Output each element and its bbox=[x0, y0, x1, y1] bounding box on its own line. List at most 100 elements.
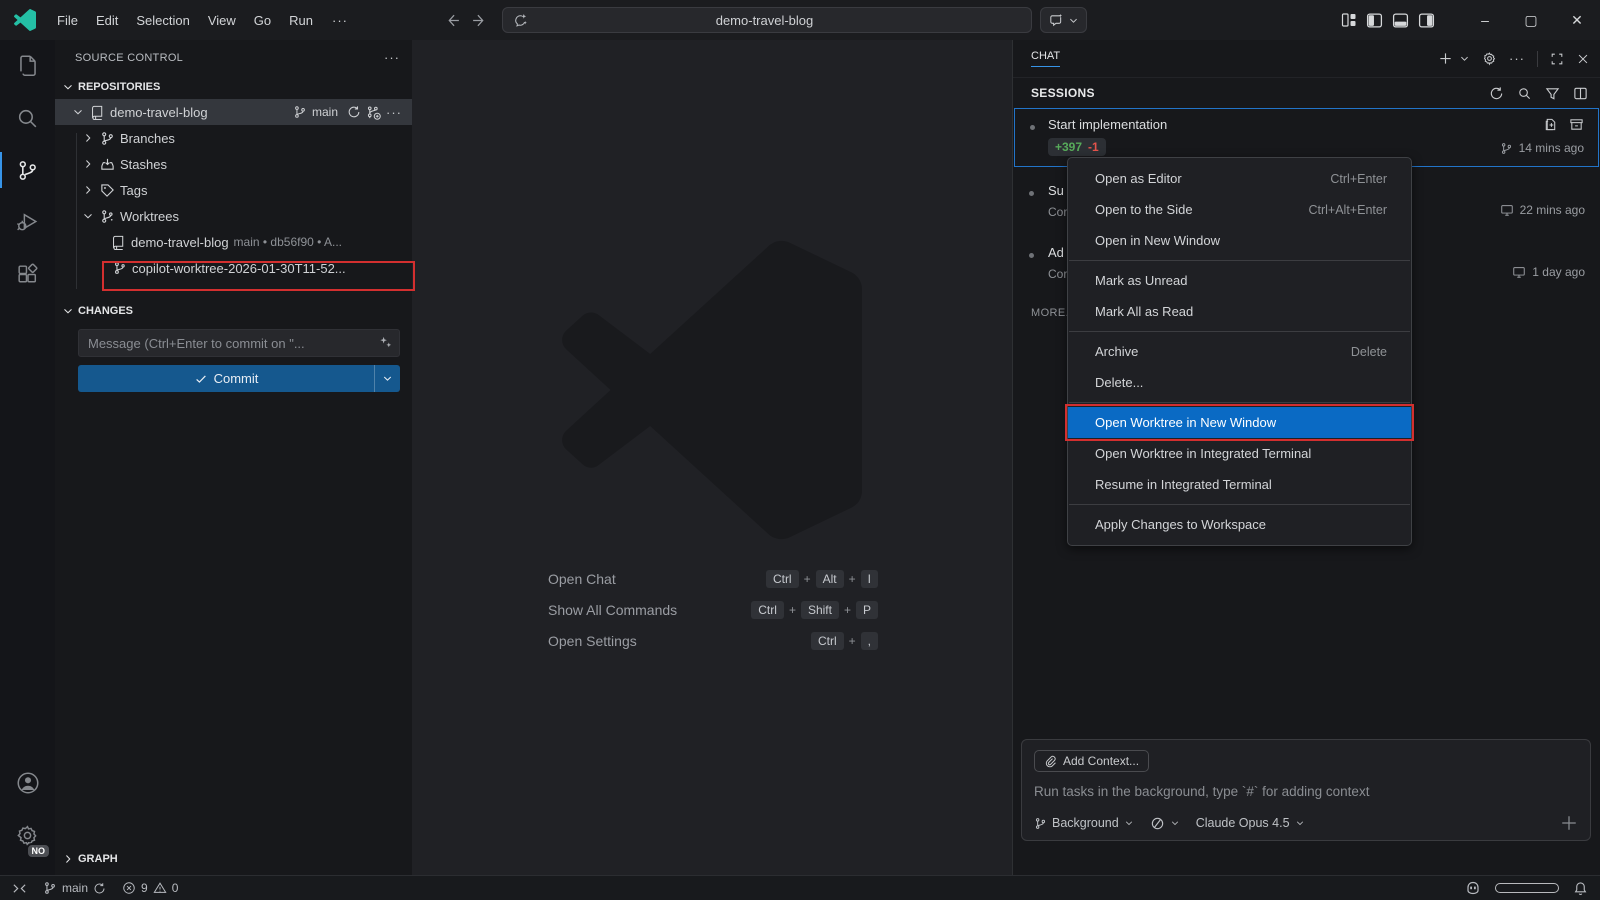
copilot-quota-bar[interactable] bbox=[1495, 883, 1559, 893]
menu-item-delete[interactable]: Delete... bbox=[1068, 367, 1411, 398]
copilot-status-icon[interactable] bbox=[1465, 880, 1481, 896]
repositories-section-header[interactable]: REPOSITORIES bbox=[55, 75, 412, 99]
sidebar-more-actions-button[interactable]: ··· bbox=[384, 50, 400, 65]
menu-overflow-button[interactable]: ··· bbox=[322, 13, 358, 28]
chat-input-box[interactable]: Add Context... Run tasks in the backgrou… bbox=[1021, 739, 1591, 841]
close-button[interactable]: ✕ bbox=[1554, 0, 1600, 40]
menu-item-resume-in-integrated-terminal[interactable]: Resume in Integrated Terminal bbox=[1068, 469, 1411, 500]
maximize-panel-icon[interactable] bbox=[1550, 52, 1564, 66]
source-control-icon[interactable] bbox=[0, 144, 55, 196]
tree-item-worktrees[interactable]: Worktrees bbox=[55, 203, 412, 229]
generate-commit-message-sparkle-icon[interactable] bbox=[378, 335, 393, 350]
graph-section-header[interactable]: GRAPH bbox=[55, 847, 412, 871]
repo-more-actions-button[interactable]: ··· bbox=[386, 105, 402, 120]
account-icon[interactable] bbox=[0, 757, 55, 809]
new-chat-dropdown-icon[interactable] bbox=[1459, 53, 1470, 64]
commit-dropdown-button[interactable] bbox=[374, 365, 400, 392]
customize-layout-icon[interactable] bbox=[1341, 12, 1357, 28]
refresh-icon[interactable] bbox=[1489, 86, 1504, 101]
menu-item-open-worktree-in-new-window[interactable]: Open Worktree in New Window bbox=[1068, 407, 1411, 438]
chevron-down-icon bbox=[1124, 818, 1134, 828]
worktree-item-copilot[interactable]: copilot-worktree-2026-01-30T11-52... bbox=[55, 255, 412, 281]
navigate-forward-icon[interactable] bbox=[471, 12, 488, 29]
tree-indent-guide bbox=[76, 133, 77, 289]
session-context-menu: Open as Editor Ctrl+Enter Open to the Si… bbox=[1067, 157, 1412, 546]
menu-edit[interactable]: Edit bbox=[87, 7, 127, 33]
commit-message-input[interactable] bbox=[78, 329, 400, 357]
explorer-icon[interactable] bbox=[0, 40, 55, 92]
menu-file[interactable]: File bbox=[48, 7, 87, 33]
repo-name: demo-travel-blog bbox=[110, 105, 208, 120]
shortcut-show-all-commands: Show All Commands Ctrl + Shift + P bbox=[548, 599, 878, 620]
toggle-primary-sidebar-icon[interactable] bbox=[1366, 12, 1383, 29]
menu-selection[interactable]: Selection bbox=[127, 7, 198, 33]
create-worktree-icon[interactable] bbox=[366, 105, 381, 120]
session-timestamp: 1 day ago bbox=[1532, 265, 1585, 279]
tab-chat[interactable]: CHAT bbox=[1031, 50, 1060, 67]
remote-indicator[interactable] bbox=[12, 881, 27, 896]
split-view-icon[interactable] bbox=[1573, 86, 1588, 101]
notifications-bell-icon[interactable] bbox=[1573, 881, 1588, 896]
vscode-window: File Edit Selection View Go Run ··· demo… bbox=[0, 0, 1600, 900]
search-sessions-icon[interactable] bbox=[1517, 86, 1532, 101]
sync-icon[interactable] bbox=[347, 105, 361, 119]
menu-separator bbox=[1069, 402, 1410, 403]
chat-settings-gear-icon[interactable] bbox=[1482, 51, 1497, 66]
menu-item-open-as-editor[interactable]: Open as Editor Ctrl+Enter bbox=[1068, 163, 1411, 194]
menu-item-apply-changes-to-workspace[interactable]: Apply Changes to Workspace bbox=[1068, 509, 1411, 540]
menu-view[interactable]: View bbox=[199, 7, 245, 33]
tree-item-tags[interactable]: Tags bbox=[55, 177, 412, 203]
view-diff-icon[interactable] bbox=[1543, 117, 1558, 132]
mode-picker-background[interactable]: Background bbox=[1034, 816, 1134, 830]
maximize-button[interactable]: ▢ bbox=[1508, 0, 1554, 40]
error-count: 9 bbox=[141, 881, 148, 895]
chevron-down-icon bbox=[1068, 15, 1079, 26]
problems-status-item[interactable]: 9 0 bbox=[122, 881, 178, 895]
minimize-button[interactable]: – bbox=[1462, 0, 1508, 40]
menu-item-archive[interactable]: Archive Delete bbox=[1068, 336, 1411, 367]
menu-item-mark-as-unread[interactable]: Mark as Unread bbox=[1068, 265, 1411, 296]
settings-gear-icon[interactable]: NO bbox=[0, 809, 55, 861]
branch-name[interactable]: main bbox=[312, 105, 338, 119]
commit-button[interactable]: Commit bbox=[78, 365, 400, 392]
worktree-icon bbox=[113, 261, 127, 275]
menu-item-open-in-new-window[interactable]: Open in New Window bbox=[1068, 225, 1411, 256]
run-debug-icon[interactable] bbox=[0, 196, 55, 248]
chevron-down-icon bbox=[1295, 818, 1305, 828]
chat-more-actions-button[interactable]: ··· bbox=[1509, 51, 1525, 66]
changes-section-header[interactable]: CHANGES bbox=[55, 299, 412, 323]
copilot-chat-button[interactable] bbox=[1040, 7, 1087, 33]
navigate-back-icon[interactable] bbox=[444, 12, 461, 29]
search-icon[interactable] bbox=[0, 92, 55, 144]
close-panel-icon[interactable] bbox=[1576, 52, 1590, 66]
chevron-down-icon bbox=[61, 80, 75, 94]
command-center-search[interactable]: demo-travel-blog bbox=[502, 7, 1032, 33]
chevron-down-icon bbox=[71, 105, 85, 119]
shortcut-open-chat: Open Chat Ctrl + Alt + I bbox=[548, 568, 878, 589]
toggle-secondary-sidebar-icon[interactable] bbox=[1418, 12, 1435, 29]
menu-go[interactable]: Go bbox=[245, 7, 280, 33]
menu-item-open-to-the-side[interactable]: Open to the Side Ctrl+Alt+Enter bbox=[1068, 194, 1411, 225]
model-picker[interactable]: Claude Opus 4.5 bbox=[1196, 816, 1305, 830]
tree-item-stashes[interactable]: Stashes bbox=[55, 151, 412, 177]
git-branch-icon bbox=[293, 105, 307, 119]
repo-icon bbox=[90, 105, 105, 120]
menu-run[interactable]: Run bbox=[280, 7, 322, 33]
chevron-right-icon bbox=[61, 852, 75, 866]
extensions-icon[interactable] bbox=[0, 248, 55, 300]
add-context-button[interactable]: Add Context... bbox=[1034, 750, 1149, 772]
filter-icon[interactable] bbox=[1545, 86, 1560, 101]
menu-separator bbox=[1069, 331, 1410, 332]
branch-status-item[interactable]: main bbox=[43, 881, 106, 895]
toggle-panel-icon[interactable] bbox=[1392, 12, 1409, 29]
new-chat-button[interactable] bbox=[1438, 51, 1453, 66]
menu-item-open-worktree-in-integrated-terminal[interactable]: Open Worktree in Integrated Terminal bbox=[1068, 438, 1411, 469]
session-timestamp: 22 mins ago bbox=[1520, 203, 1585, 217]
archive-icon[interactable] bbox=[1569, 117, 1584, 132]
tree-item-branches[interactable]: Branches bbox=[55, 125, 412, 151]
tools-picker[interactable] bbox=[1150, 816, 1180, 831]
worktree-item-main[interactable]: demo-travel-blog main • db56f90 • A... bbox=[55, 229, 412, 255]
send-plus-icon[interactable] bbox=[1560, 814, 1578, 832]
menu-item-mark-all-as-read[interactable]: Mark All as Read bbox=[1068, 296, 1411, 327]
repository-row[interactable]: demo-travel-blog main ··· bbox=[55, 99, 412, 125]
